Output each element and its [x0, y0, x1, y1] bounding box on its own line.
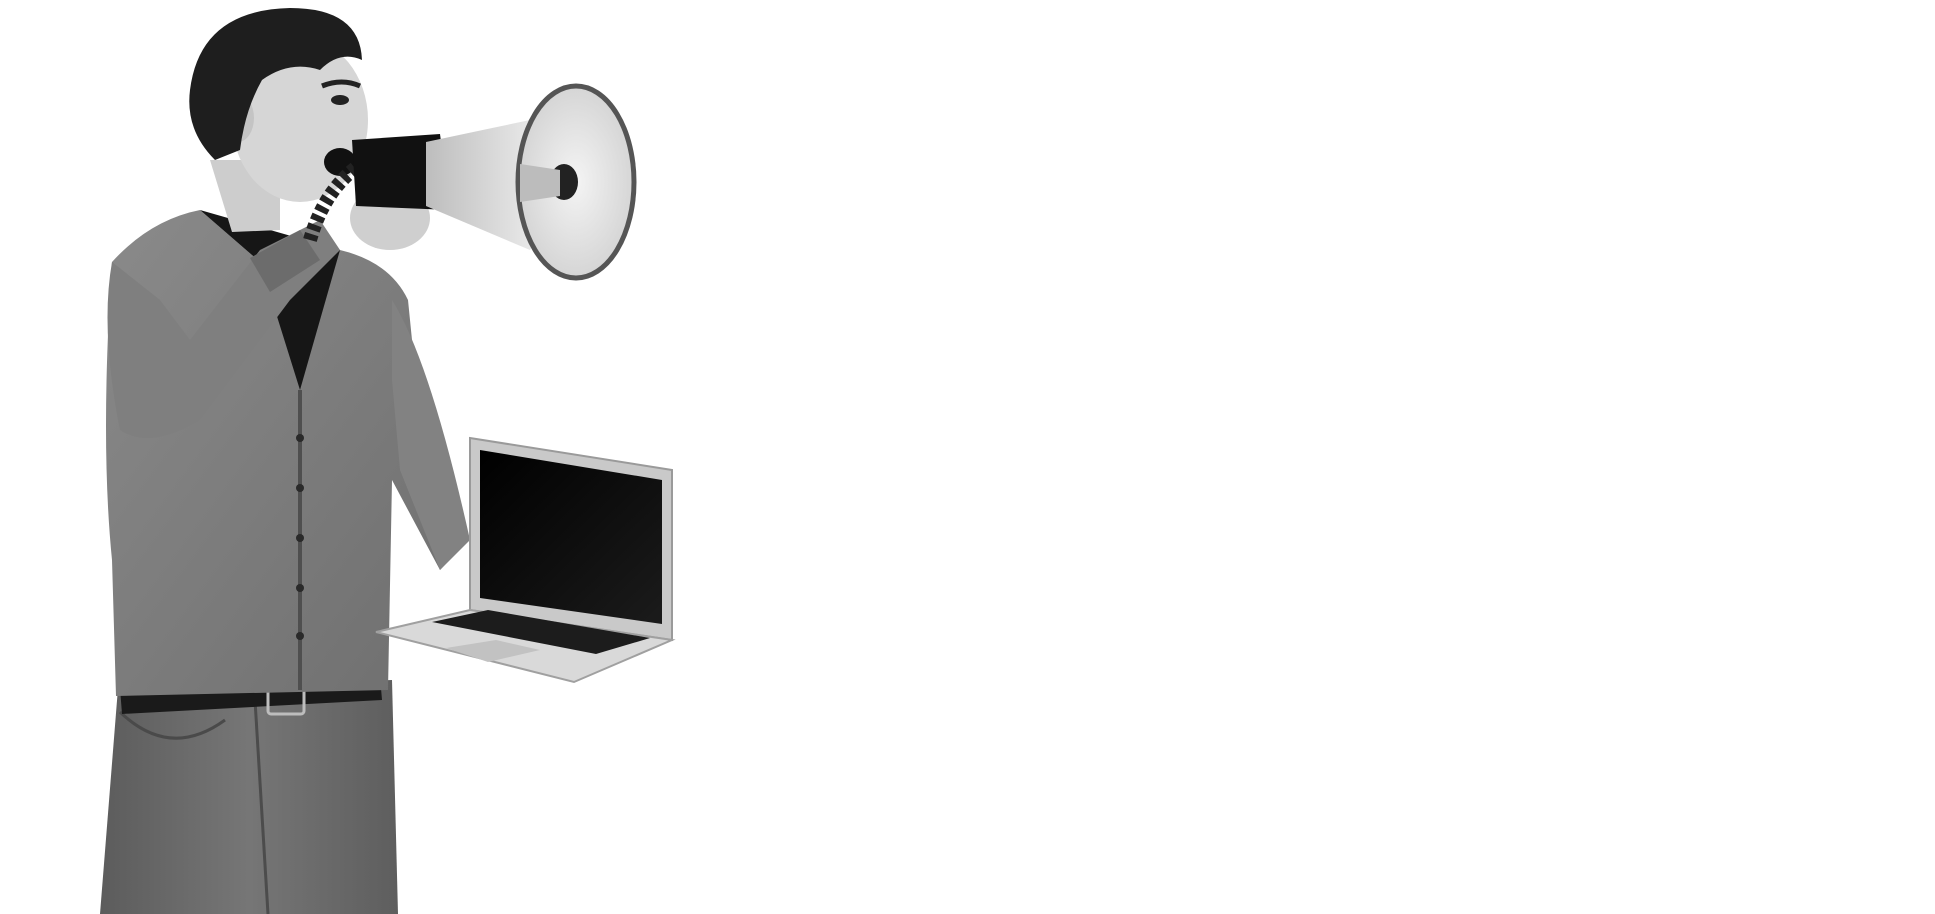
laptop-screen	[480, 450, 662, 624]
eye	[331, 95, 349, 105]
button	[296, 434, 304, 442]
button	[296, 534, 304, 542]
jeans	[100, 680, 398, 914]
button	[296, 584, 304, 592]
megaphone-inner-cone	[520, 164, 560, 202]
photo-scene	[0, 0, 1935, 914]
button	[296, 632, 304, 640]
button	[296, 484, 304, 492]
